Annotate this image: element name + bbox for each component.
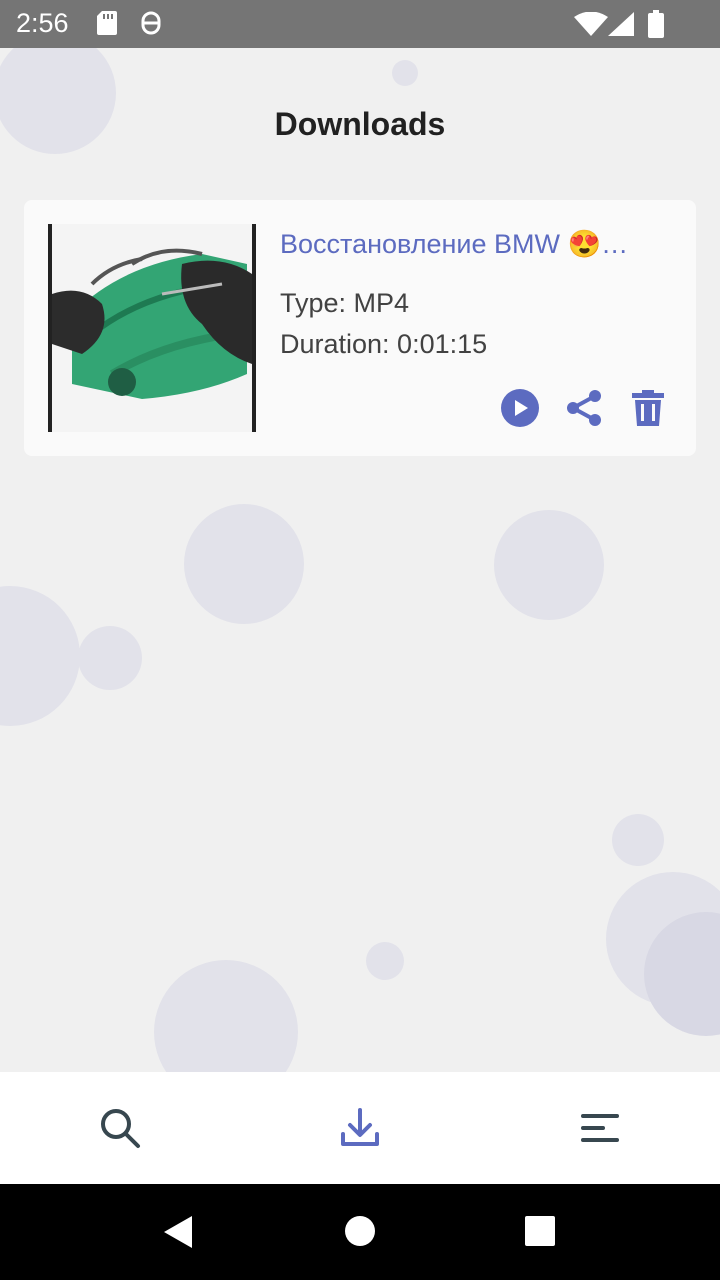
downloads-screen: Downloads Восстановление BMW 😍… Type: MP…	[0, 48, 720, 1072]
status-time: 2:56	[16, 8, 69, 38]
background-bubble	[0, 586, 80, 726]
background-bubble	[392, 60, 418, 86]
video-thumbnail[interactable]	[48, 224, 256, 432]
wifi-icon	[574, 11, 608, 40]
download-card[interactable]: Восстановление BMW 😍… Type: MP4 Duration…	[24, 200, 696, 456]
signal-icon	[608, 12, 634, 40]
page-title: Downloads	[274, 106, 446, 142]
background-bubble	[494, 510, 604, 620]
home-icon[interactable]	[344, 1215, 376, 1251]
recents-icon[interactable]	[525, 1216, 555, 1250]
status-bar: 2:56	[0, 0, 720, 48]
download-icon[interactable]	[338, 1106, 382, 1150]
background-bubble	[612, 814, 664, 866]
download-duration: Duration: 0:01:15	[280, 329, 488, 359]
back-icon[interactable]	[162, 1215, 194, 1253]
background-bubble	[184, 504, 304, 624]
sync-icon	[140, 10, 162, 40]
play-icon[interactable]	[500, 388, 540, 432]
menu-icon[interactable]	[578, 1106, 622, 1150]
background-bubble	[366, 942, 404, 980]
download-type: Type: MP4	[280, 288, 410, 318]
delete-icon[interactable]	[628, 388, 668, 432]
download-title[interactable]: Восстановление BMW 😍…	[280, 228, 660, 260]
sd-card-icon	[96, 10, 118, 40]
battery-icon	[648, 10, 664, 42]
search-icon[interactable]	[98, 1106, 142, 1150]
background-bubble	[154, 960, 298, 1072]
bottom-navigation	[0, 1072, 720, 1184]
background-bubble	[78, 626, 142, 690]
share-icon[interactable]	[564, 388, 604, 432]
system-navigation-bar	[0, 1184, 720, 1280]
